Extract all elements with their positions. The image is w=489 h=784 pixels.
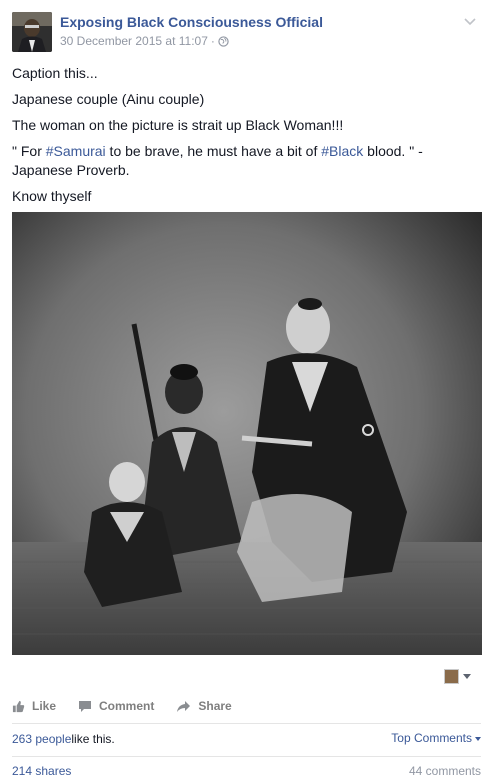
likes-count-link[interactable]: 263 people [12, 732, 71, 746]
comment-bubble-icon [79, 700, 92, 712]
caret-down-icon [475, 736, 481, 741]
share-label: Share [198, 699, 232, 713]
post-line-part: " For [12, 143, 46, 159]
post-line: The woman on the picture is strait up Bl… [12, 117, 344, 133]
top-comments-dropdown[interactable]: Top Comments [391, 731, 481, 745]
post-line: Know thyself [12, 188, 92, 204]
post-line-part: to be brave, he must have a bit of [105, 143, 322, 159]
page-name-link[interactable]: Exposing Black Consciousness Official [60, 14, 323, 30]
profile-thumbnail-icon [444, 668, 459, 684]
share-arrow-icon [177, 700, 191, 712]
post-as-selector[interactable] [444, 666, 476, 686]
comments-count-link[interactable]: 44 comments [409, 764, 481, 778]
globe-icon[interactable] [218, 35, 229, 47]
post-line: Caption this... [12, 65, 98, 81]
shares-link[interactable]: 214 shares [12, 764, 71, 778]
caret-down-icon [463, 673, 471, 679]
page-avatar[interactable] [12, 12, 52, 52]
post-timestamp[interactable]: 30 December 2015 at 11:07 [60, 34, 208, 48]
post-line: Japanese couple (Ainu couple) [12, 91, 205, 107]
like-label: Like [32, 699, 57, 713]
comment-button[interactable]: Comment [78, 699, 154, 713]
chevron-down-icon[interactable] [463, 14, 477, 28]
post-text: Caption this... Japanese couple (Ainu co… [12, 64, 475, 213]
post-meta: 30 December 2015 at 11:07 · [60, 34, 229, 48]
post-line: " For #Samurai to be brave, he must have… [12, 142, 475, 180]
hashtag-samurai-link[interactable]: #Samurai [46, 143, 106, 159]
likes-summary: 263 people like this. Top Comments [12, 728, 481, 750]
divider [12, 756, 481, 757]
top-comments-label: Top Comments [391, 731, 472, 745]
divider [12, 723, 481, 724]
like-button[interactable]: Like [12, 699, 56, 713]
action-bar: Like Comment Share [12, 696, 254, 716]
facebook-post: Exposing Black Consciousness Official 30… [0, 0, 489, 784]
share-button[interactable]: Share [176, 699, 232, 713]
post-header: Exposing Black Consciousness Official 30… [12, 12, 477, 54]
shares-comments-row: 214 shares 44 comments [12, 761, 481, 781]
meta-separator: · [210, 34, 215, 48]
likes-suffix: like this. [71, 732, 115, 746]
post-photo[interactable] [12, 212, 482, 655]
comment-label: Comment [99, 699, 155, 713]
thumbs-up-icon [12, 700, 25, 712]
hashtag-black-link[interactable]: #Black [321, 143, 363, 159]
